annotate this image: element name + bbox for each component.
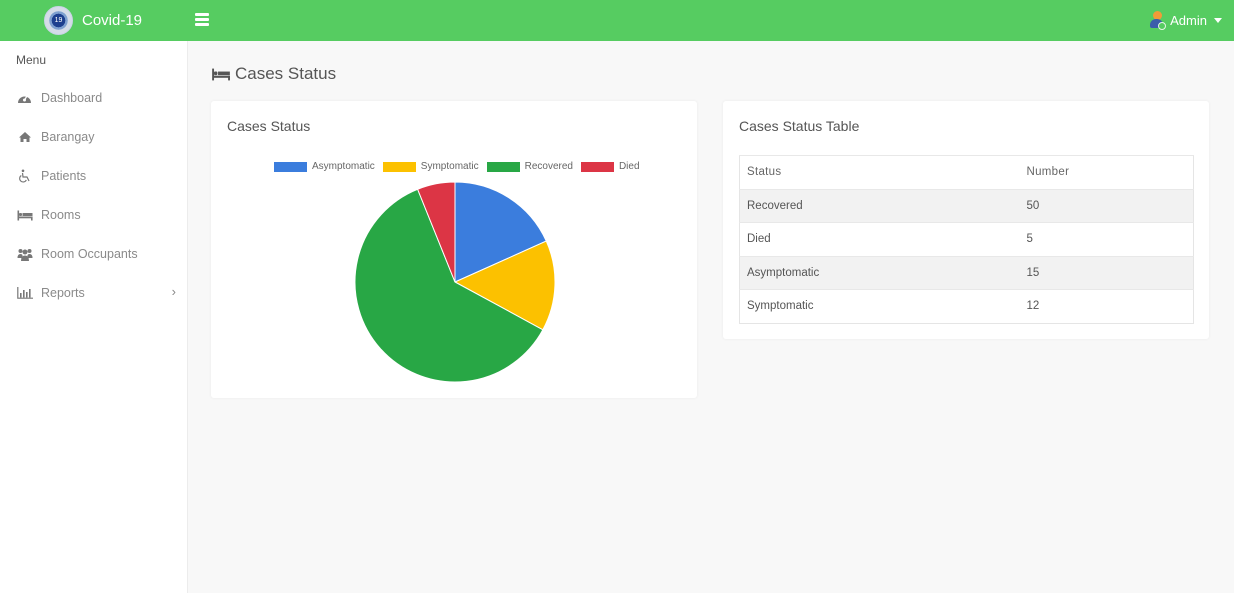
sidebar: Menu Dashboard Barangay Patients Rooms R… (0, 41, 188, 593)
menu-label: Menu (16, 53, 47, 67)
chart-card: Cases Status Asymptomatic Symptomatic Reco… (211, 101, 697, 398)
cell-number: 5 (1019, 222, 1194, 256)
sidebar-item-label: Dashboard (41, 91, 103, 105)
sidebar-item-patients[interactable]: Patients (16, 165, 180, 187)
chart-legend: Asymptomatic Symptomatic Recovered Died (274, 161, 648, 172)
bed-icon (212, 68, 230, 80)
column-header-status: Status (739, 155, 1020, 189)
column-header-number: Number (1019, 155, 1194, 189)
legend-label: Died (618, 161, 640, 172)
home-icon (16, 130, 33, 144)
legend-label: Recovered (524, 161, 573, 172)
top-navbar: 19 Covid-19 Admin (0, 0, 1234, 41)
cases-status-table: Status Number Recovered 50 Died 5 Asympt… (739, 155, 1194, 324)
sidebar-item-barangay[interactable]: Barangay (16, 126, 180, 148)
cell-status: Symptomatic (739, 289, 1020, 323)
hamburger-menu-icon[interactable] (195, 13, 209, 26)
sidebar-item-label: Barangay (41, 130, 95, 144)
legend-swatch (382, 161, 416, 172)
table-card: Cases Status Table Status Number Recover… (723, 101, 1209, 339)
table-header-row: Status Number (739, 155, 1194, 189)
sidebar-item-label: Rooms (41, 208, 81, 222)
wheelchair-icon (16, 169, 33, 183)
legend-swatch (486, 161, 520, 172)
cell-status: Asymptomatic (739, 255, 1020, 290)
legend-label: Symptomatic (420, 161, 479, 172)
chevron-right-icon: › (171, 284, 176, 299)
tachometer-icon (16, 91, 33, 105)
page-title: Cases Status (211, 64, 336, 84)
sidebar-item-rooms[interactable]: Rooms (16, 204, 180, 226)
brand-name: Covid-19 (82, 12, 143, 29)
brand[interactable]: 19 Covid-19 (44, 6, 142, 35)
sidebar-item-label: Reports (41, 286, 85, 300)
legend-swatch (580, 161, 614, 172)
legend-swatch (274, 161, 307, 172)
chart-card-title: Cases Status (227, 118, 311, 134)
legend-label: Asymptomatic (312, 161, 375, 172)
bar-chart-icon (16, 286, 33, 300)
user-name: Admin (1170, 12, 1207, 28)
page-title-text: Cases Status (235, 64, 337, 83)
table-card-title: Cases Status Table (739, 118, 860, 134)
users-icon (16, 247, 33, 261)
covid-logo-icon: 19 (44, 6, 73, 35)
sidebar-item-dashboard[interactable]: Dashboard (16, 87, 180, 109)
cell-number: 12 (1019, 289, 1194, 323)
user-dropdown[interactable]: Admin (1149, 10, 1222, 30)
table-row: Died 5 (739, 222, 1194, 256)
pie-chart (354, 181, 556, 383)
cell-status: Recovered (739, 188, 1020, 223)
bed-icon (16, 208, 33, 222)
sidebar-item-room-occupants[interactable]: Room Occupants (16, 243, 180, 265)
user-avatar-icon (1149, 10, 1167, 30)
table-row: Recovered 50 (739, 188, 1194, 223)
cell-number: 50 (1019, 188, 1194, 223)
caret-down-icon (1214, 17, 1222, 23)
legend-item-died[interactable]: Died (580, 161, 640, 172)
sidebar-item-reports[interactable]: Reports › (16, 282, 180, 304)
cell-number: 15 (1019, 255, 1194, 290)
cell-status: Died (739, 222, 1020, 256)
legend-item-recovered[interactable]: Recovered (486, 161, 573, 172)
table-row: Symptomatic 12 (739, 289, 1194, 323)
logo-text: 19 (54, 17, 63, 24)
table-row: Asymptomatic 15 (739, 255, 1194, 290)
sidebar-item-label: Patients (41, 169, 87, 183)
legend-item-asymptomatic[interactable]: Asymptomatic (274, 161, 375, 172)
sidebar-item-label: Room Occupants (41, 247, 138, 261)
legend-item-symptomatic[interactable]: Symptomatic (382, 161, 479, 172)
